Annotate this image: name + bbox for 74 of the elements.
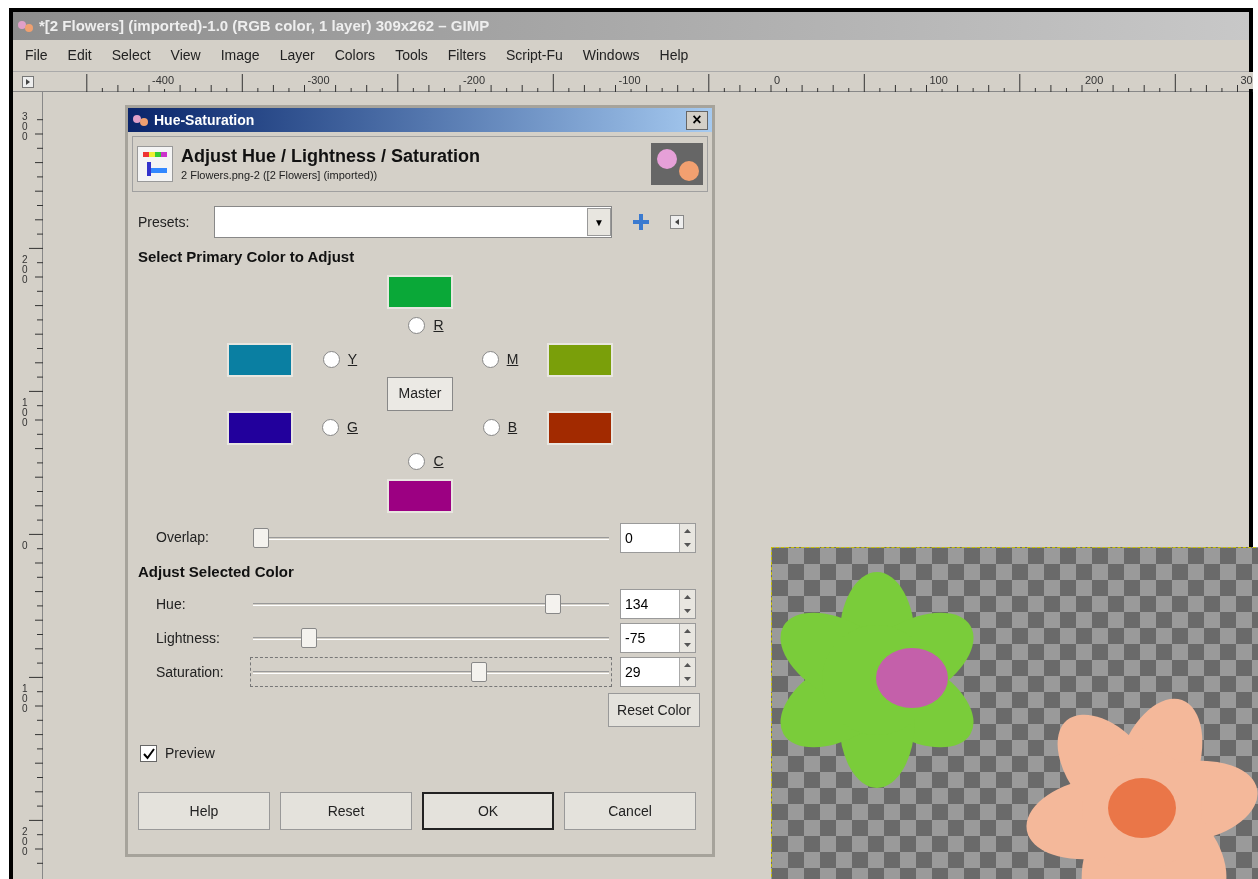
section-heading: Adjust Selected Color — [137, 561, 295, 582]
radio-button[interactable] — [322, 351, 340, 368]
presets-dropdown[interactable]: ▼ — [214, 206, 612, 238]
spin-value: 29 — [624, 663, 642, 682]
radio-button[interactable] — [408, 317, 426, 334]
menu-item[interactable]: Help — [659, 45, 689, 66]
radio-button[interactable] — [408, 453, 426, 470]
spin-arrows-icon[interactable] — [679, 590, 695, 618]
dialog-button[interactable]: Help — [138, 792, 270, 830]
presets-label: Presets: — [138, 212, 191, 232]
radio-label: Y — [347, 350, 358, 369]
radio-label: B — [507, 418, 518, 437]
hue-saturation-icon — [137, 146, 173, 182]
menu-item[interactable]: Windows — [582, 45, 640, 66]
ruler-label: 200 — [22, 255, 29, 285]
dialog-subheading: 2 Flowers.png-2 ([2 Flowers] (imported)) — [181, 167, 379, 183]
radio-label: C — [433, 452, 444, 471]
ruler-label: 100 — [22, 398, 29, 428]
slider-thumb[interactable] — [470, 662, 487, 682]
dialog-button[interactable]: OK — [422, 792, 554, 830]
menu-item[interactable]: Tools — [395, 45, 428, 66]
radio-label: M — [506, 350, 519, 369]
menu-item[interactable]: Select — [111, 45, 151, 66]
slider-label: Saturation: — [155, 662, 225, 682]
section-heading: Select Primary Color to Adjust — [137, 247, 356, 267]
slider-label: Lightness: — [155, 628, 221, 648]
radio-label: G — [347, 418, 358, 437]
spin-field[interactable]: -75 — [620, 623, 696, 653]
menu-item[interactable]: File — [25, 45, 48, 66]
radio-button[interactable] — [482, 419, 500, 436]
app-icon — [17, 19, 35, 33]
menu-item[interactable]: Filters — [447, 45, 486, 66]
ruler-label: 100 — [22, 684, 29, 714]
ruler-label: 300 — [22, 112, 29, 142]
preview-label: Preview — [165, 744, 215, 763]
preview-checkbox[interactable] — [140, 745, 157, 762]
radio-label: R — [433, 316, 444, 335]
image-thumbnail — [651, 143, 703, 185]
spin-field[interactable]: 29 — [620, 657, 696, 687]
slider-thumb[interactable] — [545, 594, 562, 614]
close-button[interactable]: × — [686, 110, 708, 130]
spin-value: 134 — [624, 595, 650, 614]
menu-item[interactable]: Script-Fu — [505, 45, 563, 66]
menu-item[interactable]: Layer — [279, 45, 315, 66]
slider-thumb[interactable] — [300, 628, 317, 648]
slider-label: Hue: — [155, 594, 187, 614]
add-icon[interactable] — [632, 213, 650, 231]
slider-label: Overlap: — [155, 528, 210, 547]
dialog-button[interactable]: Reset — [280, 792, 412, 830]
dialog-title: Hue-Saturation — [154, 110, 256, 130]
app-icon — [132, 113, 150, 127]
radio-button[interactable] — [322, 419, 340, 436]
radio-button[interactable] — [481, 351, 499, 368]
spin-arrows-icon[interactable] — [679, 624, 695, 652]
ruler-label: 200 — [22, 827, 29, 857]
menu-item[interactable]: Colors — [334, 45, 376, 66]
ruler-label: 0 — [22, 541, 29, 551]
spin-arrows-icon[interactable] — [679, 658, 695, 686]
menu-item[interactable]: Image — [220, 45, 260, 66]
spin-field[interactable]: 134 — [620, 589, 696, 619]
spin-arrows-icon[interactable] — [679, 523, 695, 552]
slider[interactable] — [250, 657, 612, 687]
spin-field[interactable]: 0 — [620, 522, 696, 553]
reset-color-button[interactable]: Reset Color — [608, 693, 700, 727]
ruler-label: 30 — [1240, 72, 1253, 89]
window-title: *[2 Flowers] (imported)-1.0 (RGB color, 1 layer) 309x262 – GIMP — [39, 15, 490, 36]
spin-value: 0 — [624, 528, 634, 548]
menu-item[interactable]: Edit — [67, 45, 92, 66]
dialog-button[interactable]: Cancel — [564, 792, 696, 830]
menu-item[interactable]: View — [170, 45, 201, 66]
master-button[interactable]: Master — [387, 376, 453, 411]
spin-value: -75 — [624, 629, 647, 648]
slider-thumb[interactable] — [253, 527, 269, 548]
dialog-heading: Adjust Hue / Lightness / Saturation — [181, 144, 482, 167]
